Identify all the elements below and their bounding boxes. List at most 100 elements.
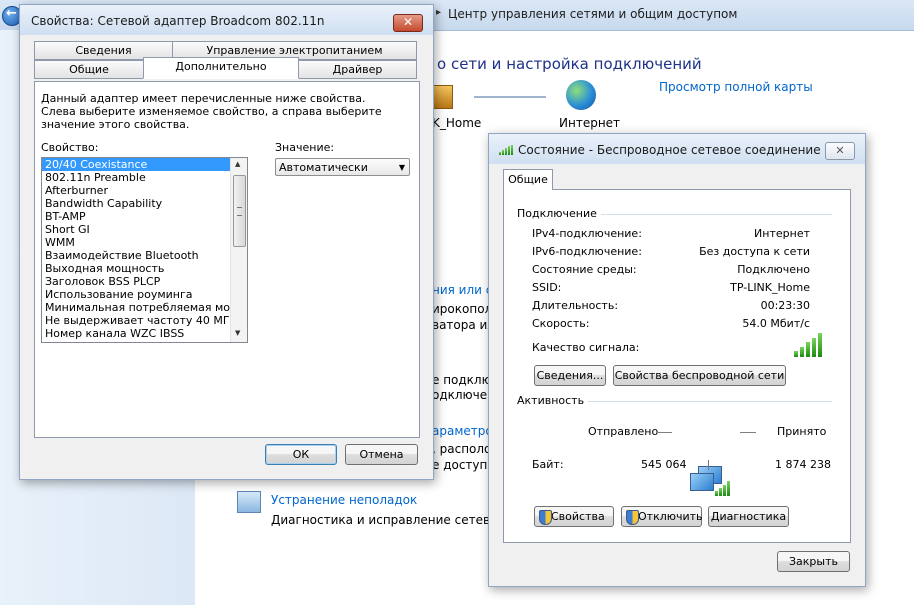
network-map-connector [474,96,546,98]
media-state-label: Состояние среды: [532,263,637,276]
property-list-item[interactable]: Минимальная потребляемая мощно [42,301,247,314]
received-label: Принято [777,425,827,438]
general-tab-panel: Подключение IPv4-подключение: Интернет I… [503,189,851,543]
signal-bar [806,342,810,357]
ipv4-label: IPv4-подключение: [532,227,642,240]
value-dropdown[interactable]: Автоматически ▼ [275,158,410,176]
ssid-label: SSID: [532,281,562,294]
property-list-item[interactable]: 802.11n Preamble [42,171,230,184]
tab-advanced[interactable]: Дополнительно [143,57,299,79]
title-bar[interactable]: Состояние - Беспроводное сетевое соедине… [489,134,865,164]
bytes-sent-value: 545 064 [641,458,687,471]
property-listbox[interactable]: 20/40 Coexistance 802.11n Preamble Afterbu… [41,157,248,343]
speed-value: 54.0 Мбит/с [742,317,810,330]
bytes-label: Байт: [532,458,564,471]
ipv6-value: Без доступа к сети [699,245,810,258]
received-dash [740,432,756,433]
dialog-title: Состояние - Беспроводное сетевое соедине… [518,143,821,157]
property-list-item[interactable]: Взаимодействие Bluetooth [42,249,230,262]
speed-label: Скорость: [532,317,590,330]
signal-bar [794,351,798,357]
home-network-icon [433,85,453,109]
page-title: о сети и настройка подключений [437,55,702,73]
sharing-settings-desc-1: , располо [432,442,492,456]
scroll-up-icon[interactable]: ▲ [235,160,240,168]
disable-button[interactable]: Отключить [621,506,703,527]
close-icon[interactable]: ✕ [393,14,423,32]
new-connection-desc-1: ирокопол [432,302,493,316]
signal-quality-label: Качество сигнала: [532,341,640,354]
property-list-item[interactable]: BT-AMP [42,210,230,223]
title-bar[interactable]: Свойства: Сетевой адаптер Broadcom 802.1… [20,5,433,35]
bytes-received-value: 1 874 238 [775,458,831,471]
signal-bar [812,337,816,357]
activity-group-line [580,401,832,402]
view-full-map-link[interactable]: Просмотр полной карты [659,80,813,94]
property-list-item[interactable]: Выходная мощность [42,262,230,275]
value-dropdown-text: Автоматически [279,161,368,174]
property-list-item[interactable]: Использование роуминга [42,288,230,301]
troubleshoot-link[interactable]: Устранение неполадок [271,493,417,507]
details-button[interactable]: Сведения... [534,365,606,386]
activity-signal-icon [715,480,733,496]
property-label: Свойство: [41,141,99,154]
internet-globe-icon [566,80,596,110]
troubleshoot-icon [237,491,261,513]
disable-button-label: Отключить [638,510,703,523]
properties-button-label: Свойства [551,510,605,523]
property-list-item[interactable]: Номер канала WZC IBSS [42,327,230,340]
duration-label: Длительность: [532,299,619,312]
signal-quality-icon [794,333,824,357]
connection-group-line [584,214,832,215]
scroll-grip-icon [237,207,242,216]
cancel-button[interactable]: Отмена [345,444,418,465]
advanced-description: Данный адаптер имеет перечисленные ниже … [41,92,382,131]
property-list-item[interactable]: Bandwidth Capability [42,197,230,210]
ipv4-value: Интернет [754,227,810,240]
scroll-thumb[interactable] [233,175,246,247]
shield-icon [539,510,552,525]
sharing-settings-desc-2: е доступа [432,458,495,472]
scroll-down-icon[interactable]: ▼ [235,329,240,337]
signal-bar [800,346,804,357]
sharing-settings-link[interactable]: араметро [432,424,493,438]
advanced-tab-panel: Данный адаптер имеет перечисленные ниже … [34,81,420,438]
value-label: Значение: [275,141,335,154]
bytes-divider [708,460,709,470]
dialog-title: Свойства: Сетевой адаптер Broadcom 802.1… [31,14,325,28]
adapter-properties-dialog: Свойства: Сетевой адаптер Broadcom 802.1… [19,4,434,480]
close-button[interactable]: Закрыть [777,551,850,572]
connection-group-title: Подключение [517,207,601,220]
ipv6-label: IPv6-подключение: [532,245,642,258]
connect-network-desc-1: е подклю [432,373,492,387]
property-list-item[interactable]: Afterburner [42,184,230,197]
internet-label: Интернет [559,116,621,130]
breadcrumb-separator-icon: ▸ [436,7,442,18]
media-state-value: Подключено [737,263,810,276]
listbox-scrollbar[interactable]: ▲ ▼ [230,158,247,342]
breadcrumb[interactable]: Центр управления сетями и общим доступом [448,7,737,21]
property-list-item[interactable]: Не выдерживает частоту 40 МГц [42,314,237,327]
property-list-item[interactable]: 20/40 Coexistance [42,158,230,171]
wireless-status-dialog: Состояние - Беспроводное сетевое соедине… [488,133,866,587]
sent-dash [656,432,672,433]
wireless-properties-button[interactable]: Свойства беспроводной сети [613,365,786,386]
ssid-value: TP-LINK_Home [730,281,810,294]
wireless-signal-icon [499,145,513,155]
duration-value: 00:23:30 [760,299,810,312]
shield-icon [626,510,639,525]
sent-label: Отправлено [588,425,659,438]
ok-button[interactable]: ОК [265,444,337,465]
property-list-item[interactable]: Заголовок BSS PLCP [42,275,230,288]
tab-general[interactable]: Общие [34,60,144,79]
property-list-item[interactable]: WMM [42,236,230,249]
tab-driver[interactable]: Драйвер [298,60,417,79]
chevron-down-icon: ▼ [398,163,405,172]
properties-button[interactable]: Свойства [534,506,614,527]
activity-group-title: Активность [517,394,589,407]
tab-general[interactable]: Общие [503,169,553,190]
diagnostics-button[interactable]: Диагностика [708,506,789,527]
property-list-item[interactable]: Short GI [42,223,230,236]
close-icon[interactable]: ✕ [825,142,855,160]
signal-bar [818,333,822,357]
